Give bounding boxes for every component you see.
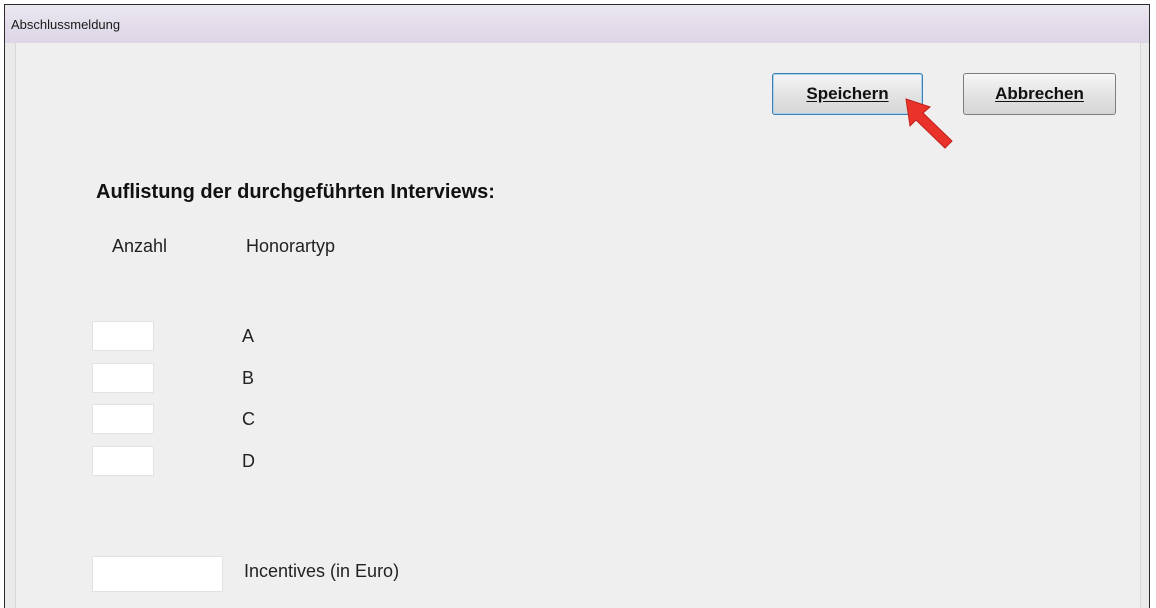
red-arrow-icon [905,98,953,149]
window-title: Abschlussmeldung [11,17,121,32]
incentives-label: Incentives (in Euro) [244,561,400,581]
section-heading: Auflistung der durchgeführten Interviews… [96,181,495,203]
title-bar[interactable]: Abschlussmeldung [5,5,1149,43]
fee-type-label-a: A [242,326,255,346]
count-input-a[interactable] [92,321,154,351]
count-input-b[interactable] [92,363,154,393]
fee-type-label-b: B [242,368,255,388]
column-header-fee-type: Honorartyp [246,236,336,256]
count-input-c[interactable] [92,404,154,434]
fee-type-label-d: D [242,451,255,471]
dialog-body: Speichern Abbrechen Auflistung der durch… [15,43,1141,608]
incentives-input[interactable] [92,556,223,592]
column-header-count: Anzahl [112,236,168,256]
cancel-button[interactable]: Abbrechen [963,73,1116,115]
count-input-d[interactable] [92,446,154,476]
dialog-window: Abschlussmeldung Speichern Abbrechen Auf… [4,4,1150,608]
fee-type-label-c: C [242,409,255,429]
